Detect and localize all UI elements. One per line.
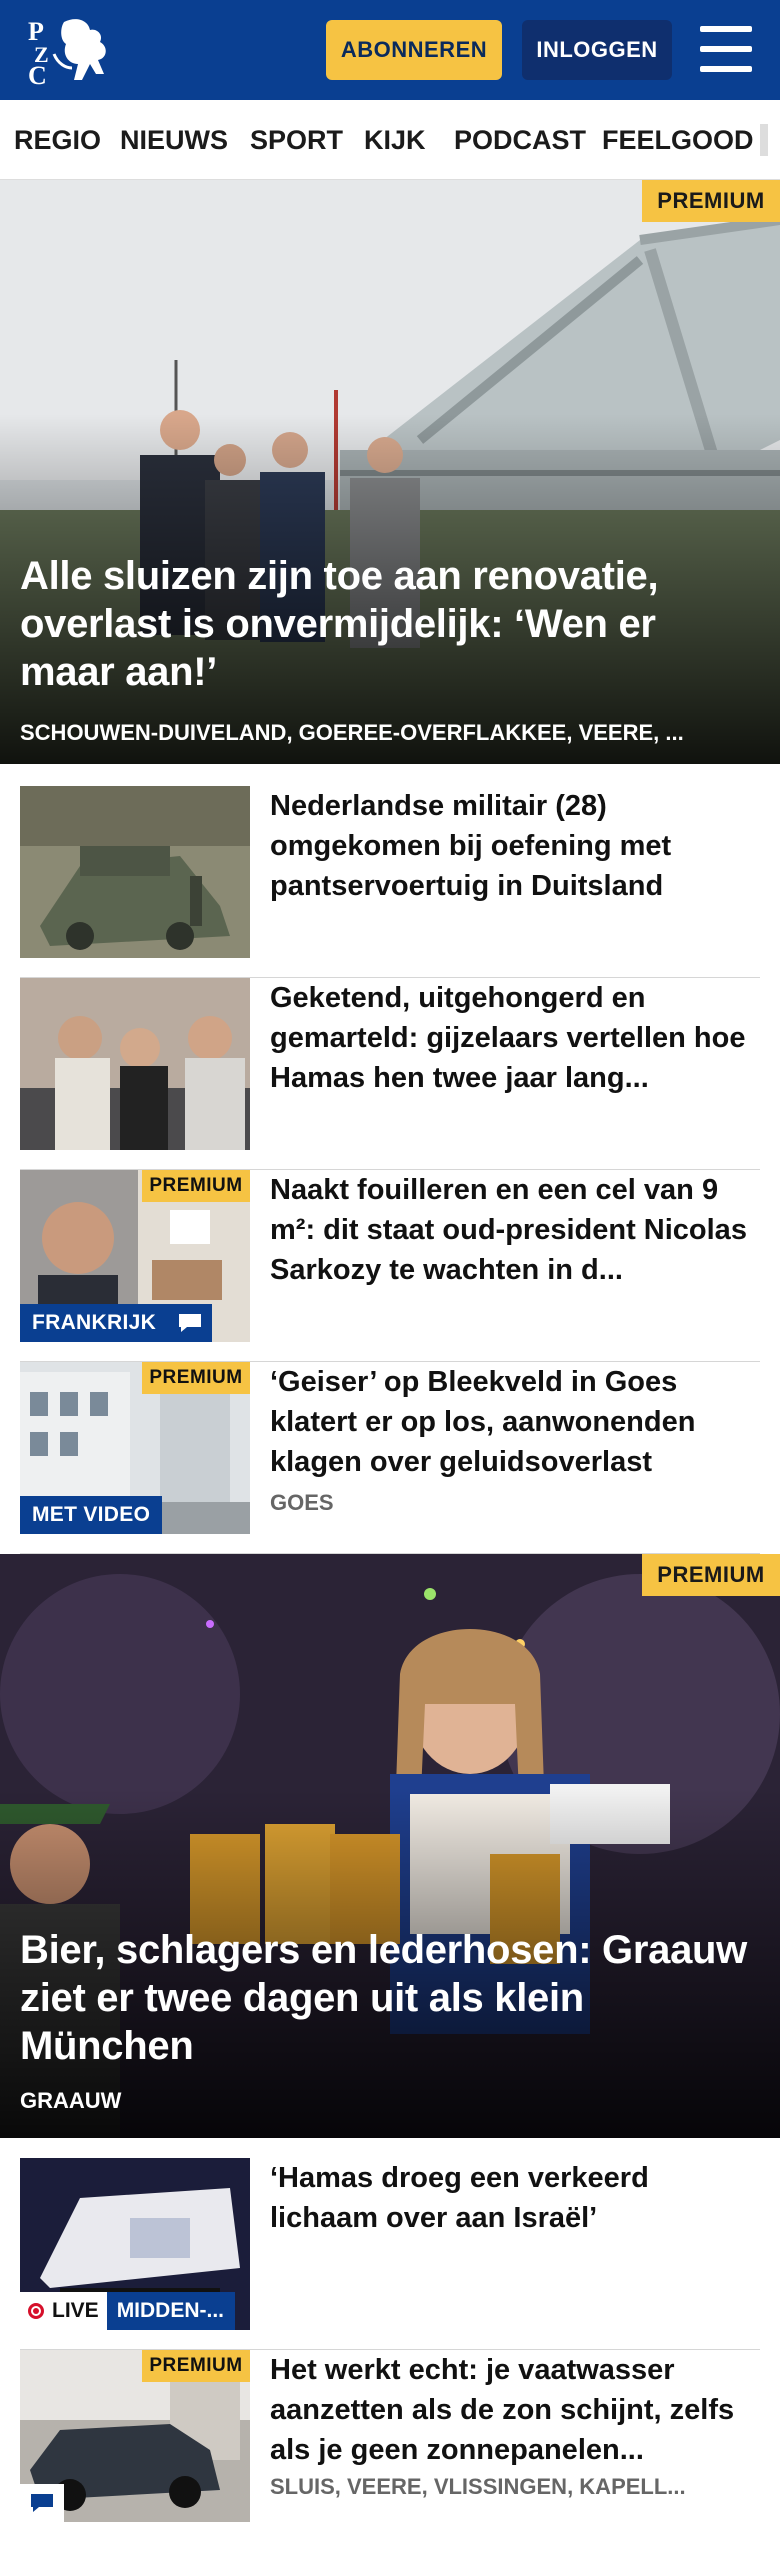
subscribe-button[interactable]: ABONNEREN [326, 20, 502, 80]
comment-icon[interactable] [168, 1304, 212, 1342]
article-location: SLUIS, VEERE, VLISSINGEN, KAPELL... [270, 2474, 686, 2499]
article-thumbnail [20, 786, 250, 958]
list-item[interactable]: Geketend, uitgehongerd en gemarteld: gij… [20, 978, 760, 1170]
premium-badge: PREMIUM [142, 1362, 250, 1394]
hero-article-graauw[interactable]: PREMIUM Bier, schlagers en lederhosen: G… [0, 1554, 780, 2138]
nav-item-kijk[interactable]: KIJK [364, 100, 426, 179]
list-item[interactable]: LIVE MIDDEN-... ‘Hamas droeg een verkeer… [20, 2158, 760, 2350]
svg-text:C: C [28, 61, 47, 86]
nav-overflow-indicator [760, 124, 768, 156]
hero-location: SCHOUWEN-DUIVELAND, GOEREE-OVERFLAKKEE, … [20, 720, 684, 745]
hero-article-sluizen[interactable]: PREMIUM Alle sluizen zijn toe aan renova… [0, 180, 780, 764]
nav-item-nieuws[interactable]: NIEUWS [120, 100, 228, 179]
live-label: LIVE [52, 2299, 99, 2322]
nav-item-podcast[interactable]: PODCAST [454, 100, 586, 179]
login-button[interactable]: INLOGGEN [522, 20, 672, 80]
premium-badge: PREMIUM [142, 2350, 250, 2382]
premium-badge: PREMIUM [642, 180, 780, 222]
article-thumbnail: PREMIUM [20, 2350, 250, 2522]
nav-item-regio[interactable]: REGIO [14, 100, 101, 179]
article-thumbnail [20, 978, 250, 1150]
article-title[interactable]: ‘Geiser’ op Bleekveld in Goes klatert er… [270, 1362, 760, 1482]
comment-icon[interactable] [20, 2484, 64, 2522]
article-title[interactable]: Het werkt echt: je vaatwasser aanzetten … [270, 2350, 760, 2470]
article-title[interactable]: Geketend, uitgehongerd en gemarteld: gij… [270, 978, 760, 1098]
article-title[interactable]: ‘Hamas droeg een verkeerd lichaam over a… [270, 2158, 760, 2238]
article-location: GOES [270, 1490, 334, 1515]
section-badge: MIDDEN-... [106, 2292, 235, 2330]
list-item[interactable]: PREMIUM Het werkt echt: je vaatwasser aa… [20, 2350, 760, 2540]
live-badge[interactable]: LIVE MIDDEN-... [20, 2292, 235, 2330]
nav-item-feelgood[interactable]: FEELGOOD [602, 100, 754, 179]
article-thumbnail: PREMIUM MET VIDEO [20, 1362, 250, 1534]
live-icon [28, 2303, 44, 2319]
section-badge[interactable]: MET VIDEO [20, 1496, 163, 1534]
article-title[interactable]: Nederlandse militair (28) omgekomen bij … [270, 786, 760, 906]
article-title[interactable]: Naakt fouilleren en een cel van 9 m²: di… [270, 1170, 760, 1290]
menu-icon[interactable] [700, 26, 752, 72]
list-item[interactable]: PREMIUM FRANKRIJK Naakt fouilleren en ee… [20, 1170, 760, 1362]
hero-title[interactable]: Bier, schlagers en lederhosen: Graauw zi… [20, 1926, 760, 2070]
section-nav: REGIO NIEUWS SPORT KIJK PODCAST FEELGOOD [0, 100, 780, 180]
hero-title[interactable]: Alle sluizen zijn toe aan renovatie, ove… [20, 552, 760, 696]
list-item[interactable]: Nederlandse militair (28) omgekomen bij … [20, 786, 760, 978]
premium-badge: PREMIUM [142, 1170, 250, 1202]
list-item[interactable]: PREMIUM MET VIDEO ‘Geiser’ op Bleekveld … [20, 1362, 760, 1554]
hero-location: GRAAUW [20, 2088, 122, 2113]
section-badge[interactable]: FRANKRIJK [20, 1304, 169, 1342]
site-header: P Z C ABONNEREN INLOGGEN [0, 0, 780, 100]
article-thumbnail: PREMIUM FRANKRIJK [20, 1170, 250, 1342]
nav-item-sport[interactable]: SPORT [250, 100, 343, 179]
pzc-logo[interactable]: P Z C [24, 14, 114, 90]
premium-badge: PREMIUM [642, 1554, 780, 1596]
article-thumbnail: LIVE MIDDEN-... [20, 2158, 250, 2330]
